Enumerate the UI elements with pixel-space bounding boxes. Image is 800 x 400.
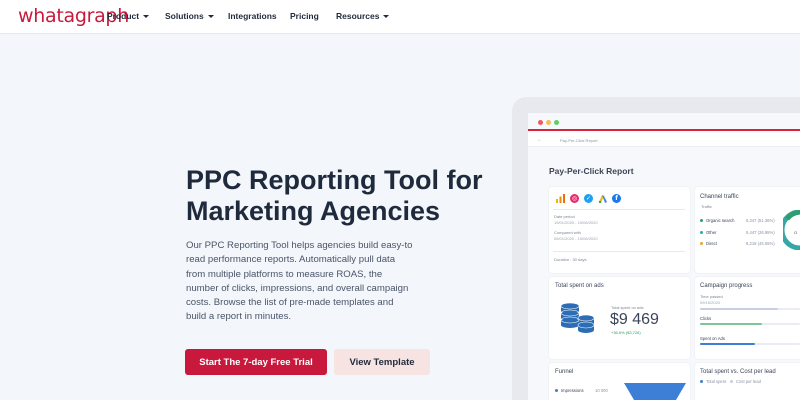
total-spent-value: $9 469 <box>610 311 659 328</box>
report-title: Pay-Per-Click Report <box>549 166 634 176</box>
report-subnav-title: Pay-Per-Click Report <box>560 138 598 143</box>
channel-label: Other <box>706 230 717 235</box>
legend-item: Cost per lead <box>730 379 761 384</box>
funnel-shape <box>624 383 686 400</box>
clicks-progress-fill <box>700 323 762 325</box>
hero-description: Our PPC Reporting Tool helps agencies bu… <box>186 240 413 323</box>
compared-value: 06/01/2020 - 15/06/2020 <box>554 236 598 241</box>
chevron-down-icon <box>143 15 150 18</box>
close-dot-icon <box>538 120 543 125</box>
google-ads-icon <box>598 195 607 203</box>
funnel-row: Impressions <box>555 388 584 393</box>
date-period-value: 15/01/2020 - 15/06/2020 <box>554 220 598 225</box>
legend-dot-icon <box>700 242 703 245</box>
time-passed-value: 09/15/2020 <box>700 300 721 305</box>
legend-item: Total spent <box>700 379 726 384</box>
channel-value: 5,347 (51.36%) <box>746 218 775 223</box>
nav-item-label: Solutions <box>165 11 204 21</box>
nav-item-label: Integrations <box>228 11 277 21</box>
instagram-icon: ◎ <box>570 194 579 203</box>
legend-dot-icon <box>730 380 733 383</box>
spent-label: Spent on Ads <box>700 336 725 341</box>
start-free-trial-button[interactable]: Start The 7-day Free Trial <box>185 349 327 375</box>
funnel-row-label: Impressions <box>561 388 584 393</box>
nav-item-product[interactable]: Product <box>107 11 150 21</box>
date-period-label: Date period <box>554 214 575 219</box>
hero-title-line-2: Marketing Agencies <box>186 196 441 226</box>
channel-value: 5,447 (26.95%) <box>746 230 775 235</box>
maximize-dot-icon <box>554 120 559 125</box>
window-controls <box>538 120 559 125</box>
campaign-progress-title: Campaign progress <box>700 283 753 289</box>
funnel-row-value: 10 000 <box>595 388 608 393</box>
twitter-icon: ✓ <box>584 194 593 203</box>
top-navigation: whatagraph Product Solutions Integration… <box>0 0 800 34</box>
total-spent-label: Total spent on ads <box>611 305 644 310</box>
channel-traffic-subtitle: Traffic <box>701 204 712 209</box>
time-progress-fill <box>700 308 778 310</box>
traffic-donut-chart: O <box>783 210 800 250</box>
total-spent-delta: +36.6% ($3,726) <box>611 330 641 335</box>
spent-progress-bar <box>700 343 800 345</box>
total-spent-title: Total spent on ads <box>555 283 604 289</box>
chevron-down-icon <box>207 15 214 18</box>
channel-row: Organic search <box>700 218 734 223</box>
legend-label: Cost per lead <box>736 379 761 384</box>
time-passed-label: Time passed <box>700 294 723 299</box>
back-arrow-icon: ← <box>537 137 542 143</box>
nav-item-solutions[interactable]: Solutions <box>165 11 214 21</box>
chevron-down-icon <box>383 15 390 18</box>
compared-label: Compared with <box>554 230 581 235</box>
channel-row: Other <box>700 230 716 235</box>
duration-label: Duration : 30 days <box>554 257 587 262</box>
nav-item-label: Product <box>107 11 140 21</box>
svg-text:O: O <box>794 230 797 235</box>
legend-label: Total spent <box>706 379 727 384</box>
channel-value: 8,218 (45.55%) <box>746 241 775 246</box>
source-icons: ◎ ✓ f <box>556 194 621 203</box>
legend-dot-icon <box>700 380 703 383</box>
nav-item-resources[interactable]: Resources <box>336 11 390 21</box>
hero-title: PPC Reporting Tool for Marketing Agencie… <box>186 165 486 227</box>
legend-dot-icon <box>700 219 703 222</box>
funnel-title: Funnel <box>555 369 574 375</box>
time-progress-bar <box>700 308 800 310</box>
nav-item-integrations[interactable]: Integrations <box>228 11 277 21</box>
nav-item-pricing[interactable]: Pricing <box>290 11 319 21</box>
divider <box>553 209 685 210</box>
minimize-dot-icon <box>546 120 551 125</box>
coins-stack-icon <box>560 302 595 333</box>
facebook-icon: f <box>612 194 621 203</box>
clicks-progress-bar <box>700 323 800 325</box>
nav-item-label: Resources <box>336 11 380 21</box>
channel-traffic-title: Channel traffic <box>700 194 739 200</box>
channel-label: Organic search <box>706 218 735 223</box>
channel-label: Direct <box>706 241 717 246</box>
legend-dot-icon <box>555 389 558 392</box>
nav-item-label: Pricing <box>290 11 319 21</box>
legend-dot-icon <box>700 231 703 234</box>
cost-per-lead-title: Total spent vs. Cost per lead <box>700 369 776 375</box>
view-template-button[interactable]: View Template <box>334 349 430 375</box>
bars-icon <box>556 194 565 203</box>
channel-row: Direct <box>700 241 717 246</box>
divider <box>553 251 685 252</box>
hero-title-line-1: PPC Reporting Tool for <box>186 165 483 195</box>
clicks-label: Clicks <box>700 316 712 321</box>
spent-progress-fill <box>700 343 755 345</box>
